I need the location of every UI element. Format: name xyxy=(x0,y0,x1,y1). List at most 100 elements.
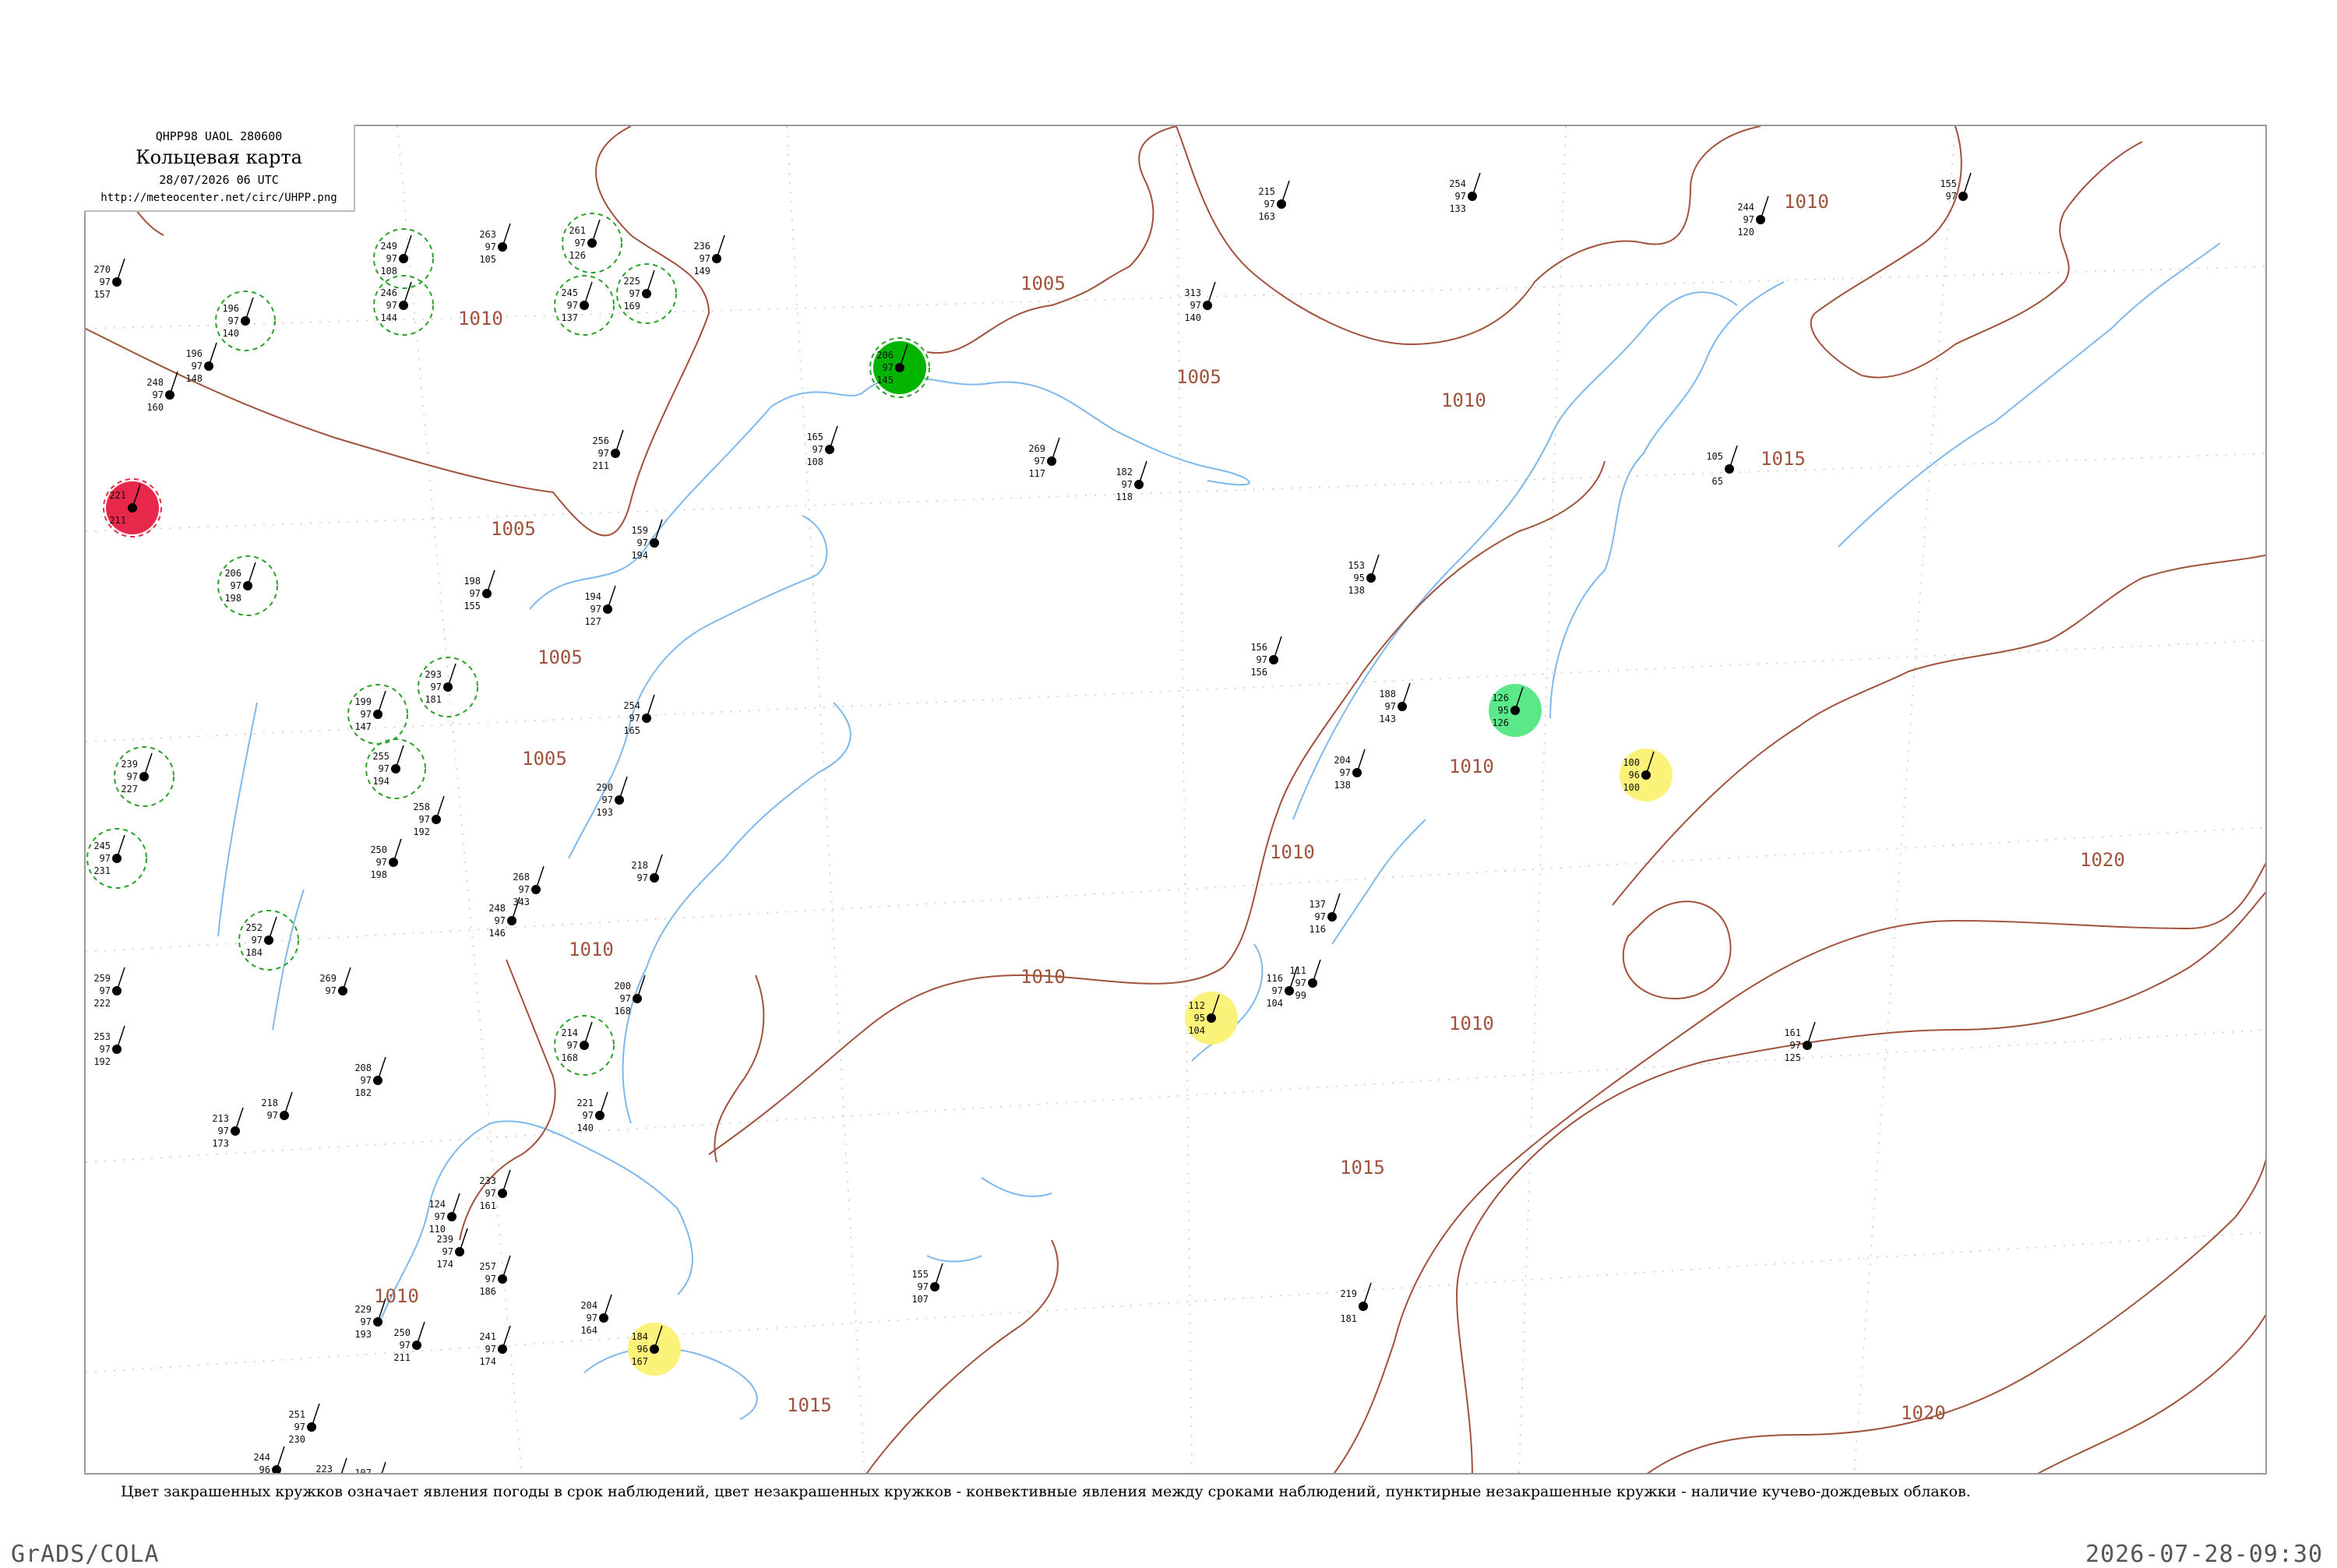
station-dewpoint: 137 xyxy=(561,312,578,323)
station-dewpoint: 138 xyxy=(1348,585,1365,596)
station-plot: 111 97 99 xyxy=(1289,959,1321,1001)
station-pressure-tendency: 97 xyxy=(1257,654,1267,665)
station-dewpoint: 163 xyxy=(1258,211,1275,222)
station-pressure-tendency: 97 xyxy=(1122,479,1133,490)
station-dewpoint: 222 xyxy=(93,998,111,1009)
station-plot: 19697 140 xyxy=(215,291,276,351)
station-dewpoint: 125 xyxy=(1784,1052,1801,1063)
station-pressure-tendency: 97 xyxy=(361,1075,372,1086)
station-pressure-tendency: 97 xyxy=(883,362,894,373)
station-dewpoint: 110 xyxy=(428,1224,446,1235)
station-pressure-tendency: 97 xyxy=(218,1126,229,1136)
station-pressure-tendency: 97 xyxy=(485,1274,496,1284)
isobar-label: 1010 xyxy=(1270,841,1315,863)
station-temperature: 200 xyxy=(614,981,631,992)
isobars xyxy=(86,126,2265,1473)
station-dewpoint: 164 xyxy=(580,1325,597,1336)
station-plot: 112 95104 xyxy=(1185,992,1238,1045)
station-plot: 105 65 xyxy=(1706,445,1738,487)
station-plot: 12497 110 xyxy=(428,1193,460,1235)
station-temperature: 259 xyxy=(93,973,111,984)
isobar-label: 1010 xyxy=(1449,756,1494,777)
station-dewpoint: 65 xyxy=(1712,476,1723,487)
station-dewpoint: 105 xyxy=(479,254,496,265)
map-frame: 1010 1005 1005 1010 1005 1005 1010 1015 … xyxy=(84,125,2267,1475)
station-pressure-tendency: 97 xyxy=(1790,1040,1801,1051)
wind-barb xyxy=(1356,749,1366,773)
station-temperature: 223 xyxy=(315,1464,333,1475)
station-temperature: 153 xyxy=(1348,560,1365,571)
station-plot: 253 97192 xyxy=(93,1025,125,1067)
station-dewpoint: 182 xyxy=(354,1087,372,1098)
map-source-url: http://meteocenter.net/circ/UHPP.png xyxy=(100,192,337,204)
bulletin-code: QHPP98 UAOL 280600 xyxy=(155,129,283,143)
station-temperature: 219 xyxy=(1340,1288,1357,1299)
station-dewpoint: 165 xyxy=(623,725,640,736)
station-plot: 22597 169 xyxy=(616,263,677,324)
station-pressure-tendency: 97 xyxy=(294,1422,305,1432)
station-dewpoint: 174 xyxy=(479,1356,496,1367)
station-pressure-tendency: 97 xyxy=(431,682,442,692)
station-plot: 194 97127 xyxy=(584,585,616,627)
station-dewpoint: 143 xyxy=(1379,714,1396,724)
station-dewpoint: 211 xyxy=(109,515,126,526)
station-pressure-tendency: 97 xyxy=(400,1340,411,1351)
coastline-rivers xyxy=(217,242,2221,1420)
wind-barb xyxy=(340,1457,347,1473)
station-dewpoint: 186 xyxy=(479,1286,496,1297)
station-pressure-tendency: 97 xyxy=(602,795,613,805)
isobar-label: 1010 xyxy=(1020,966,1066,988)
station-temperature: 245 xyxy=(93,840,111,851)
station-plot: 254 97133 xyxy=(1449,172,1481,214)
station-plot: 26397 105 xyxy=(479,223,511,265)
station-temperature: 241 xyxy=(479,1331,496,1342)
station-dewpoint: 144 xyxy=(380,312,397,323)
wind-barb xyxy=(583,281,593,306)
station-pressure-tendency: 97 xyxy=(587,1313,597,1323)
station-pressure-tendency: 95 xyxy=(1498,705,1509,716)
wind-barb xyxy=(829,425,838,450)
wind-barb xyxy=(1362,1282,1372,1307)
station-pressure-tendency: 97 xyxy=(435,1211,446,1222)
station-plot: 161 97125 xyxy=(1784,1021,1816,1063)
station-pressure-tendency: 95 xyxy=(1194,1013,1205,1024)
wind-barb xyxy=(1729,445,1738,470)
station-pressure-tendency: 97 xyxy=(1385,701,1396,712)
isobar-label: 1010 xyxy=(374,1285,419,1307)
wind-barb xyxy=(381,1461,386,1473)
station-plot: 251 97 230 xyxy=(288,1403,320,1445)
isobar-label: 1020 xyxy=(1901,1402,1946,1424)
station-dewpoint: 138 xyxy=(1334,780,1351,791)
station-temperature: 251 xyxy=(288,1409,305,1420)
station-pressure-tendency: 97 xyxy=(1272,985,1283,996)
station-temperature: 107 xyxy=(354,1468,372,1475)
station-pressure-tendency: 97 xyxy=(918,1281,929,1292)
wind-barb xyxy=(502,1255,511,1280)
station-temperature: 112 xyxy=(1188,1000,1205,1011)
station-temperature: 249 xyxy=(380,241,397,252)
isobar-label: 1005 xyxy=(1020,273,1066,294)
station-dewpoint: 160 xyxy=(146,402,164,413)
isobar-label: 1010 xyxy=(569,939,614,960)
station-pressure-tendency: 97 xyxy=(485,1344,496,1355)
wind-barb xyxy=(395,745,404,770)
wind-barb xyxy=(276,1446,285,1471)
station-dewpoint: 127 xyxy=(584,616,601,627)
station-plot: 213 97 173 xyxy=(212,1107,244,1149)
wind-barb xyxy=(116,1025,125,1050)
station-temperature: 290 xyxy=(596,782,613,793)
station-plot: 15597 xyxy=(1940,172,1972,202)
station-dewpoint: 140 xyxy=(1184,312,1201,323)
station-plot: 13797 116 xyxy=(1309,893,1341,935)
station-plot: 254 97165 xyxy=(623,694,655,736)
station-pressure-tendency: 97 xyxy=(1455,191,1466,202)
wind-barb xyxy=(416,1321,425,1346)
station-dewpoint: 181 xyxy=(1340,1313,1357,1324)
station-plot: 21897 xyxy=(631,854,663,883)
station-plot: 26997 xyxy=(319,967,351,996)
wind-barb xyxy=(591,219,601,244)
station-pressure-tendency: 97 xyxy=(361,1316,372,1327)
station-dewpoint: 167 xyxy=(631,1356,648,1367)
station-dewpoint: 192 xyxy=(413,826,430,837)
station-dewpoint: 145 xyxy=(876,375,894,386)
